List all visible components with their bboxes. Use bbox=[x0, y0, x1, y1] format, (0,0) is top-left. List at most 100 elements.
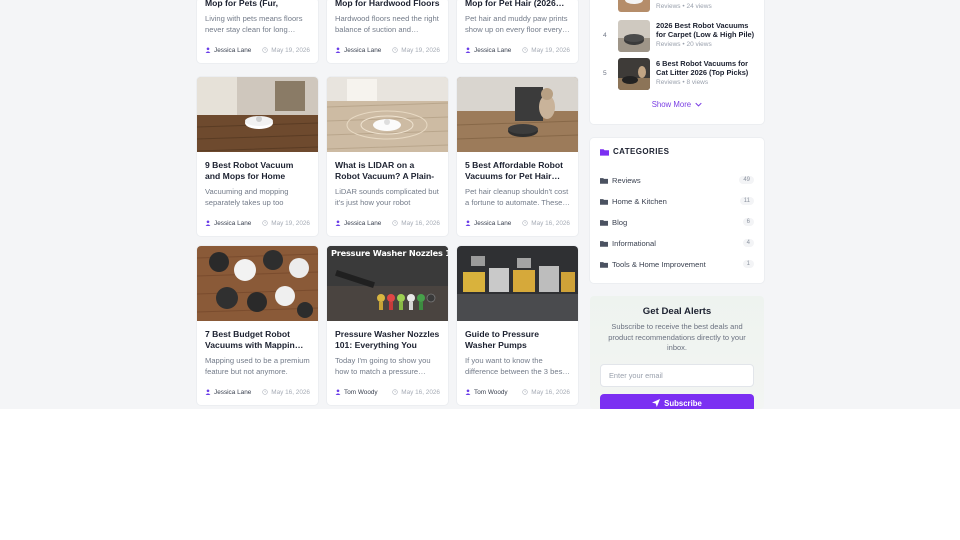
subscribe-label: Subscribe bbox=[664, 399, 702, 408]
author-name: Jessica Lane bbox=[344, 219, 382, 227]
article-date: May 19, 2026 bbox=[262, 220, 310, 227]
author-name: Jessica Lane bbox=[214, 219, 252, 227]
article-author[interactable]: Jessica Lane bbox=[205, 389, 251, 396]
article-author[interactable]: Jessica Lane bbox=[335, 220, 381, 227]
show-more-label: Show More bbox=[651, 100, 692, 109]
article-date: May 19, 2026 bbox=[522, 47, 570, 54]
article-card[interactable]: Guide to Pressure Washer Pumps If you wa… bbox=[457, 246, 578, 405]
category-item[interactable]: Informational 4 bbox=[600, 236, 754, 250]
article-title[interactable]: 9 Best Robot Vacuum and Mops for Home (2… bbox=[205, 160, 310, 183]
article-excerpt: Today I'm going to show you how to match… bbox=[335, 356, 431, 377]
page-viewport: Mop for Pets (Fur, Dande… Living with pe… bbox=[0, 0, 960, 409]
article-excerpt: Pet hair and muddy paw prints show up on… bbox=[465, 14, 570, 35]
article-card[interactable]: Mop for Hardwood Floors Hardwood floors … bbox=[327, 0, 448, 63]
category-name: Blog bbox=[612, 217, 628, 227]
category-item[interactable]: Tools & Home Improvement 1 bbox=[600, 257, 754, 271]
send-icon bbox=[652, 399, 661, 407]
folder-icon bbox=[600, 198, 608, 205]
article-author[interactable]: Tom Woody bbox=[335, 389, 378, 396]
clock-icon bbox=[262, 220, 268, 226]
user-icon bbox=[335, 389, 341, 395]
category-item[interactable]: Blog 6 bbox=[600, 215, 754, 229]
user-icon bbox=[205, 389, 211, 395]
popular-post-title[interactable]: 6 Best Robot Vacuums for Cat Litter 2026… bbox=[656, 59, 760, 77]
subscribe-button[interactable]: Subscribe bbox=[600, 394, 754, 409]
popular-post-item[interactable]: 5 6 Best Robot Vacuums for Cat Litter 20… bbox=[590, 58, 764, 92]
category-count: 11 bbox=[739, 197, 754, 205]
popular-post-rank: 4 bbox=[603, 32, 607, 39]
article-thumbnail[interactable] bbox=[457, 246, 578, 321]
popular-post-thumbnail[interactable] bbox=[618, 58, 650, 90]
author-name: Tom Woody bbox=[344, 388, 378, 396]
popular-post-rank: 5 bbox=[603, 70, 607, 77]
categories-title: CATEGORIES bbox=[613, 147, 670, 156]
article-title[interactable]: 5 Best Affordable Robot Vacuums for Pet … bbox=[465, 160, 570, 183]
author-name: Jessica Lane bbox=[214, 46, 252, 54]
email-input[interactable] bbox=[600, 364, 754, 387]
popular-post-thumbnail[interactable] bbox=[618, 20, 650, 52]
article-card[interactable]: Mop for Pets (Fur, Dande… Living with pe… bbox=[197, 0, 318, 63]
clock-icon bbox=[392, 389, 398, 395]
article-title[interactable]: What is LIDAR on a Robot Vacuum? A Plain… bbox=[335, 160, 440, 183]
article-card[interactable]: What is LIDAR on a Robot Vacuum? A Plain… bbox=[327, 77, 448, 236]
user-icon bbox=[465, 220, 471, 226]
article-date: May 16, 2026 bbox=[392, 220, 440, 227]
category-name: Informational bbox=[612, 238, 656, 248]
date-text: May 19, 2026 bbox=[531, 46, 570, 54]
date-text: May 16, 2026 bbox=[531, 219, 570, 227]
article-title[interactable]: Guide to Pressure Washer Pumps bbox=[465, 329, 570, 352]
user-icon bbox=[465, 389, 471, 395]
article-title[interactable]: Mop for Hardwood Floors bbox=[335, 0, 440, 9]
article-title[interactable]: 7 Best Budget Robot Vacuums with Mappin… bbox=[205, 329, 310, 352]
article-thumbnail[interactable] bbox=[327, 77, 448, 152]
user-icon bbox=[205, 220, 211, 226]
article-card[interactable]: 5 Best Affordable Robot Vacuums for Pet … bbox=[457, 77, 578, 236]
article-author[interactable]: Jessica Lane bbox=[335, 47, 381, 54]
article-title[interactable]: Mop for Pets (Fur, Dande… bbox=[205, 0, 310, 9]
popular-post-stats: Reviews • 20 views bbox=[656, 41, 712, 48]
cat-litter-vacuum-thumbnail-image bbox=[618, 58, 650, 90]
cat-vacuum-image bbox=[457, 77, 578, 152]
clock-icon bbox=[392, 47, 398, 53]
show-more-link[interactable]: Show More bbox=[590, 100, 764, 109]
carpet-vacuum-thumbnail-image bbox=[618, 20, 650, 52]
popular-post-item[interactable]: 4 2026 Best Robot Vacuums for Carpet (Lo… bbox=[590, 20, 764, 54]
article-card[interactable]: Pressure Washer Nozzles 101 Pressure Was… bbox=[327, 246, 448, 405]
article-date: May 16, 2026 bbox=[262, 389, 310, 396]
article-author[interactable]: Jessica Lane bbox=[205, 220, 251, 227]
category-item[interactable]: Home & Kitchen 11 bbox=[600, 194, 754, 208]
article-excerpt: LiDAR sounds complicated but it's just h… bbox=[335, 187, 439, 208]
popular-post-title[interactable]: 2026 Best Robot Vacuums for Carpet (Low … bbox=[656, 21, 760, 39]
article-author[interactable]: Jessica Lane bbox=[465, 47, 511, 54]
article-thumbnail[interactable] bbox=[457, 77, 578, 152]
article-thumbnail[interactable]: Pressure Washer Nozzles 101 bbox=[327, 246, 448, 321]
clock-icon bbox=[522, 47, 528, 53]
article-author[interactable]: Tom Woody bbox=[465, 389, 508, 396]
deal-alerts-panel: Get Deal Alerts Subscribe to receive the… bbox=[590, 296, 764, 409]
categories-heading: CATEGORIES bbox=[600, 147, 669, 156]
article-date: May 19, 2026 bbox=[262, 47, 310, 54]
article-thumbnail[interactable] bbox=[197, 246, 318, 321]
article-title[interactable]: Pressure Washer Nozzles 101: Everything … bbox=[335, 329, 440, 352]
popular-post-stats: Reviews • 24 views bbox=[656, 3, 712, 10]
article-thumbnail[interactable] bbox=[197, 77, 318, 152]
author-name: Jessica Lane bbox=[474, 219, 512, 227]
article-author[interactable]: Jessica Lane bbox=[205, 47, 251, 54]
article-card[interactable]: 7 Best Budget Robot Vacuums with Mappin…… bbox=[197, 246, 318, 405]
date-text: May 16, 2026 bbox=[401, 219, 440, 227]
article-author[interactable]: Jessica Lane bbox=[465, 220, 511, 227]
article-card[interactable]: Mop for Pet Hair (2026… Pet hair and mud… bbox=[457, 0, 578, 63]
folder-icon bbox=[600, 240, 608, 247]
deal-alerts-description: Subscribe to receive the best deals and … bbox=[608, 322, 746, 352]
article-title[interactable]: Mop for Pet Hair (2026… bbox=[465, 0, 570, 9]
category-item[interactable]: Reviews 49 bbox=[600, 173, 754, 187]
article-card[interactable]: 9 Best Robot Vacuum and Mops for Home (2… bbox=[197, 77, 318, 236]
date-text: May 19, 2026 bbox=[401, 46, 440, 54]
category-name: Home & Kitchen bbox=[612, 196, 667, 206]
date-text: May 19, 2026 bbox=[271, 219, 310, 227]
clock-icon bbox=[522, 389, 528, 395]
popular-post-thumbnail[interactable] bbox=[618, 0, 650, 12]
article-excerpt: Pet hair cleanup shouldn't cost a fortun… bbox=[465, 187, 570, 208]
user-icon bbox=[205, 47, 211, 53]
folder-icon bbox=[600, 261, 608, 268]
